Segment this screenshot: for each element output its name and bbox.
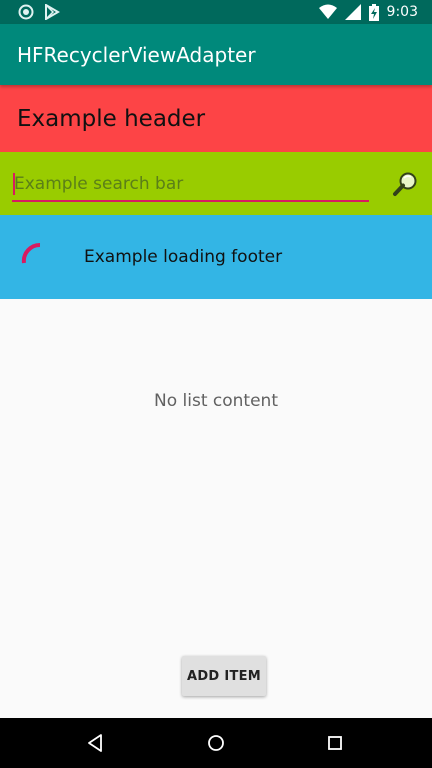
back-icon[interactable] [84, 731, 108, 755]
header-text: Example header [17, 106, 206, 132]
clock: 9:03 [386, 4, 418, 20]
signal-icon [344, 4, 361, 20]
app-bar: HFRecyclerViewAdapter [0, 24, 432, 85]
example-header: Example header [0, 85, 432, 152]
wifi-icon [318, 4, 337, 19]
status-right-icons: 9:03 [318, 3, 418, 21]
search-icon[interactable] [392, 170, 420, 198]
empty-list-message: No list content [154, 391, 278, 411]
loading-footer: Example loading footer [0, 215, 432, 299]
play-store-icon [45, 4, 60, 20]
search-input[interactable] [12, 170, 369, 202]
status-left-icons [18, 4, 60, 20]
add-item-button[interactable]: ADD ITEM [182, 656, 266, 696]
home-icon[interactable] [204, 731, 228, 755]
footer-text: Example loading footer [84, 247, 283, 267]
app-title: HFRecyclerViewAdapter [17, 43, 256, 67]
status-bar: 9:03 [0, 0, 432, 24]
text-cursor [13, 173, 15, 195]
search-bar [0, 152, 432, 215]
navigation-bar [0, 718, 432, 768]
sync-circle-icon [18, 4, 34, 20]
recents-icon[interactable] [323, 731, 347, 755]
loading-spinner-icon [21, 242, 41, 264]
battery-charging-icon [368, 3, 379, 21]
